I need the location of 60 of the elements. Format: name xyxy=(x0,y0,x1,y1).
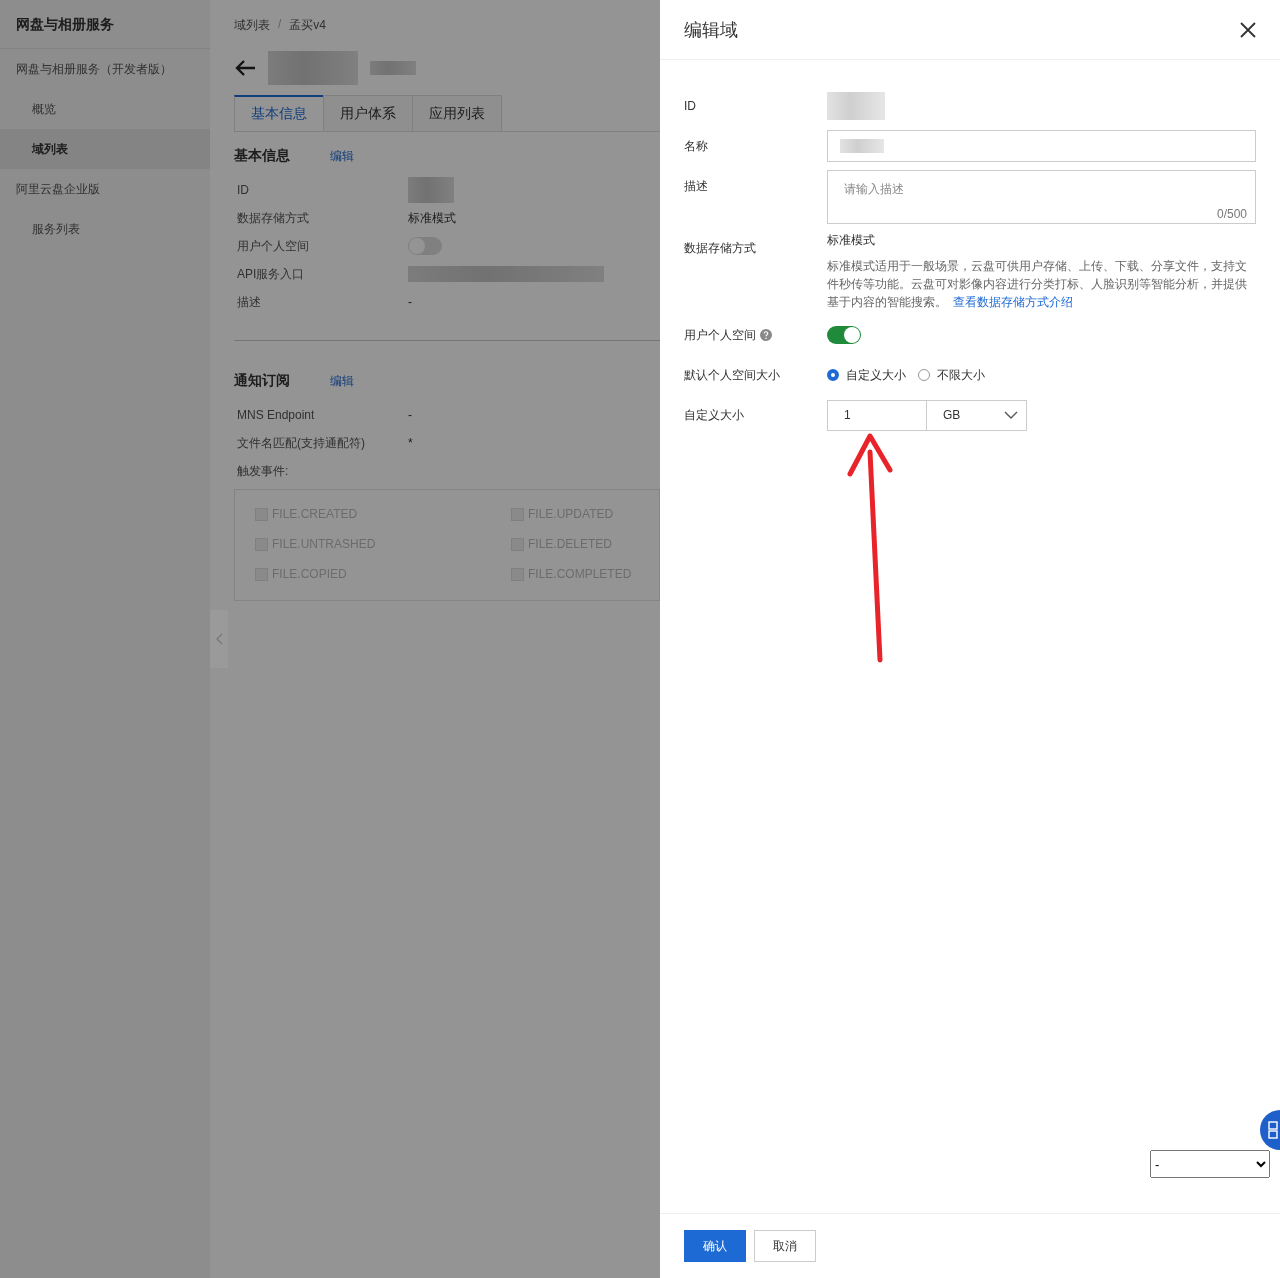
confirm-button[interactable]: 确认 xyxy=(684,1230,746,1262)
field-label: 默认个人空间大小 xyxy=(684,366,780,384)
field-label: 用户个人空间 xyxy=(684,326,756,344)
grid-icon xyxy=(1268,1120,1278,1140)
description-field[interactable]: 请输入描述 0/500 xyxy=(827,170,1256,224)
radio-button[interactable] xyxy=(918,369,930,381)
sidebar-group[interactable]: 网盘与相册服务（开发者版） xyxy=(0,49,210,89)
sidebar-item[interactable]: 服务列表 xyxy=(0,209,210,249)
field-value: - xyxy=(408,295,412,309)
field-label: 文件名匹配(支持通配符) xyxy=(236,434,366,452)
field-label: 描述 xyxy=(684,177,708,195)
field-label: 描述 xyxy=(236,293,262,311)
collapse-handle[interactable] xyxy=(210,610,228,668)
field-label: 名称 xyxy=(684,137,708,155)
sidebar-group[interactable]: 阿里云盘企业版 xyxy=(0,169,210,209)
toggle-switch[interactable] xyxy=(827,326,861,344)
edit-link[interactable]: 编辑 xyxy=(330,147,354,165)
field-label: 数据存储方式 xyxy=(684,239,756,257)
info-link[interactable]: 查看数据存储方式介绍 xyxy=(953,295,1073,309)
page-select[interactable]: - xyxy=(1150,1150,1270,1178)
field-value: 标准模式 xyxy=(408,209,456,227)
redacted-value xyxy=(408,177,454,203)
chevron-down-icon xyxy=(1004,411,1018,419)
field-label: 自定义大小 xyxy=(684,406,744,424)
breadcrumb-link[interactable]: 域列表 xyxy=(234,17,270,33)
radio-button[interactable] xyxy=(827,369,839,381)
field-label: ID xyxy=(236,183,250,197)
breadcrumb-current: 孟买v4 xyxy=(289,17,327,33)
field-label: MNS Endpoint xyxy=(236,408,316,422)
redacted-value xyxy=(370,61,416,75)
tab[interactable]: 应用列表 xyxy=(412,95,502,131)
close-icon[interactable] xyxy=(1240,21,1256,38)
breadcrumb-separator: / xyxy=(278,17,282,33)
field-value: - xyxy=(408,408,412,422)
sidebar-item[interactable]: 域列表 xyxy=(0,129,210,169)
size-input[interactable]: 1 xyxy=(827,399,927,431)
tab[interactable]: 基本信息 xyxy=(234,95,324,131)
radio-label[interactable]: 不限大小 xyxy=(937,366,985,384)
field-label: 触发事件: xyxy=(236,462,290,480)
drawer-title: 编辑域 xyxy=(684,18,738,42)
cancel-button[interactable]: 取消 xyxy=(754,1230,816,1262)
help-icon[interactable] xyxy=(760,329,772,341)
field-label: 数据存储方式 xyxy=(236,209,310,227)
sidebar-item[interactable]: 概览 xyxy=(0,89,210,129)
section-title: 基本信息 xyxy=(234,147,290,165)
tab[interactable]: 用户体系 xyxy=(323,95,413,131)
field-value: 标准模式 xyxy=(827,232,876,249)
input-field[interactable] xyxy=(827,130,1256,162)
field-value: * xyxy=(408,436,413,450)
edit-link[interactable]: 编辑 xyxy=(330,372,354,390)
field-label: 用户个人空间 xyxy=(236,237,310,255)
back-arrow-icon[interactable] xyxy=(234,59,256,77)
redacted-value xyxy=(827,92,885,120)
field-label: ID xyxy=(684,99,696,113)
unit-dropdown[interactable]: GB xyxy=(927,399,1027,431)
description-text: 标准模式适用于一般场景，云盘可供用户存储、上传、下载、分享文件，支持文件秒传等功能。云盘可对影像内容进行分类打标、人脸识别等智能分析，并提供基于内容的智能搜索。 查看数据存储方式介绍 xyxy=(827,258,1248,311)
chevron-left-icon xyxy=(215,633,223,645)
field-label: API服务入口 xyxy=(236,265,306,283)
radio-label[interactable]: 自定义大小 xyxy=(846,366,906,384)
section-title: 通知订阅 xyxy=(234,372,290,390)
